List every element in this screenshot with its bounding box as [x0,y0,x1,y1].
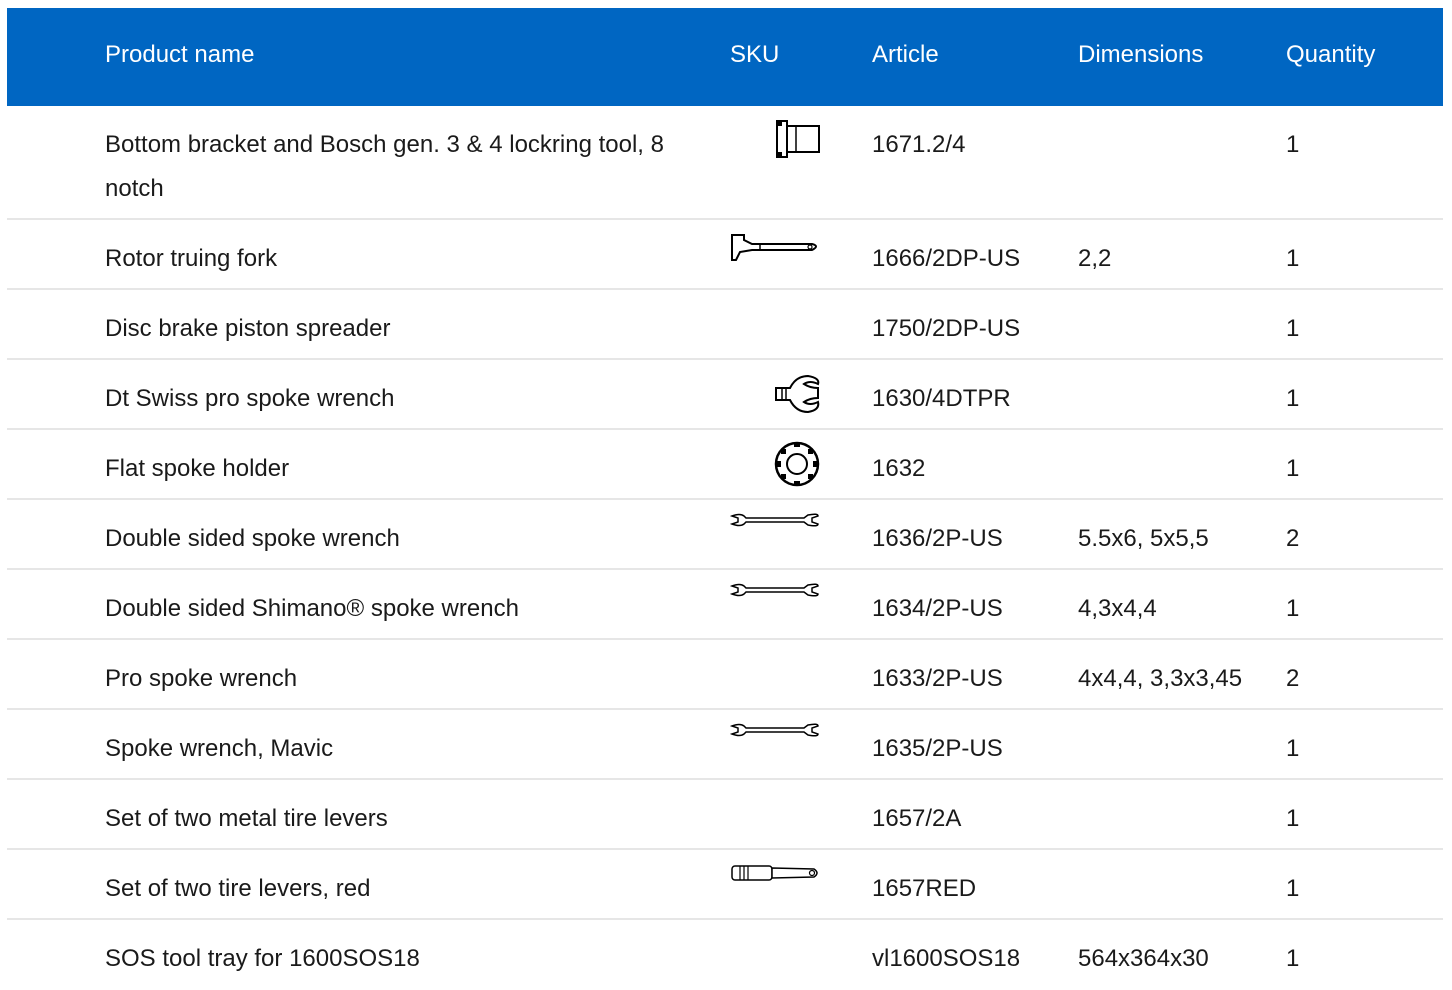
article-cell: 1636/2P-US [872,525,1003,552]
article-cell: 1657/2A [872,805,962,832]
truing-fork-icon [730,232,820,262]
double-wrench-icon [730,582,820,598]
article-cell: vl1600SOS18 [872,945,1021,972]
quantity-cell: 1 [1286,315,1300,342]
table-row: Dt Swiss pro spoke wrench 1630/4DTPR 1 [7,360,1443,430]
table-row: Double sided Shimano® spoke wrench 1634/2… [7,570,1443,640]
table-row: Bottom bracket and Bosch gen. 3 & 4 lock… [7,106,1443,220]
quantity-cell: 1 [1286,385,1300,412]
spoke-holder-icon [730,440,820,488]
product-name-cell: Flat spoke holder [105,455,290,482]
table-row: Double sided spoke wrench 1636/2P-US 5.5x6… [7,500,1443,570]
quantity-cell: 1 [1286,595,1300,622]
product-name-cell: Bottom bracket and Bosch gen. 3 & 4 lock… [105,131,664,202]
product-name-cell: Pro spoke wrench [105,665,298,692]
table-row: Spoke wrench, Mavic 1635/2P-US 1 [7,710,1443,780]
product-name-cell: Set of two tire levers, red [105,875,371,902]
article-cell: 1666/2DP-US [872,245,1021,272]
header-dimensions: Dimensions [1078,41,1204,68]
product-name-cell: Rotor truing fork [105,245,278,272]
article-cell: 1632 [872,455,926,482]
header-product-name: Product name [105,41,255,68]
article-cell: 1635/2P-US [872,735,1003,762]
product-name-cell: Dt Swiss pro spoke wrench [105,385,395,412]
table-row: Pro spoke wrench 1633/2P-US 4x4,4, 3,3x3,4… [7,640,1443,710]
article-cell: 1634/2P-US [872,595,1003,622]
dimensions-cell: 564x364x30 [1078,945,1209,972]
table-row: Rotor truing fork 1666/2DP-US 2,2 1 [7,220,1443,290]
table-row: Disc brake piston spreader 1750/2DP-US 1 [7,290,1443,360]
pro-spoke-wrench-icon [730,372,820,416]
quantity-cell: 1 [1286,945,1300,972]
quantity-cell: 1 [1286,875,1300,902]
product-name-cell: Double sided spoke wrench [105,525,400,552]
product-table: Product name SKU Article Dimensions Quan… [7,8,1443,990]
quantity-cell: 2 [1286,665,1300,692]
product-name-cell: Disc brake piston spreader [105,315,391,342]
article-cell: 1657RED [872,875,977,902]
dimensions-cell: 4x4,4, 3,3x3,45 [1078,665,1243,692]
quantity-cell: 1 [1286,131,1300,158]
product-name-cell: Spoke wrench, Mavic [105,735,334,762]
table-row: SOS tool tray for 1600SOS18 vl1600SOS18 56… [7,920,1443,990]
table-header: Product name SKU Article Dimensions Quan… [7,8,1443,106]
table-body: Bottom bracket and Bosch gen. 3 & 4 lock… [7,106,1443,990]
quantity-cell: 1 [1286,455,1300,482]
double-wrench-icon [730,512,820,528]
header-quantity: Quantity [1286,41,1376,68]
lockring-tool-icon [730,118,820,162]
double-wrench-icon [730,722,820,738]
product-name-cell: Double sided Shimano® spoke wrench [105,595,519,622]
quantity-cell: 1 [1286,805,1300,832]
quantity-cell: 1 [1286,245,1300,272]
header-article: Article [872,41,939,68]
article-cell: 1671.2/4 [872,131,966,158]
article-cell: 1630/4DTPR [872,385,1011,412]
tire-lever-icon [730,862,820,884]
product-name-cell: Set of two metal tire levers [105,805,388,832]
quantity-cell: 1 [1286,735,1300,762]
article-cell: 1633/2P-US [872,665,1003,692]
quantity-cell: 2 [1286,525,1300,552]
table-row: Set of two tire levers, red 1657RED 1 [7,850,1443,920]
table-row: Flat spoke holder 1632 1 [7,430,1443,500]
product-name-cell: SOS tool tray for 1600SOS18 [105,945,420,972]
dimensions-cell: 4,3x4,4 [1078,595,1157,622]
article-cell: 1750/2DP-US [872,315,1021,342]
dimensions-cell: 2,2 [1078,245,1112,272]
dimensions-cell: 5.5x6, 5x5,5 [1078,525,1209,552]
table-row: Set of two metal tire levers 1657/2A 1 [7,780,1443,850]
header-sku: SKU [730,41,780,68]
